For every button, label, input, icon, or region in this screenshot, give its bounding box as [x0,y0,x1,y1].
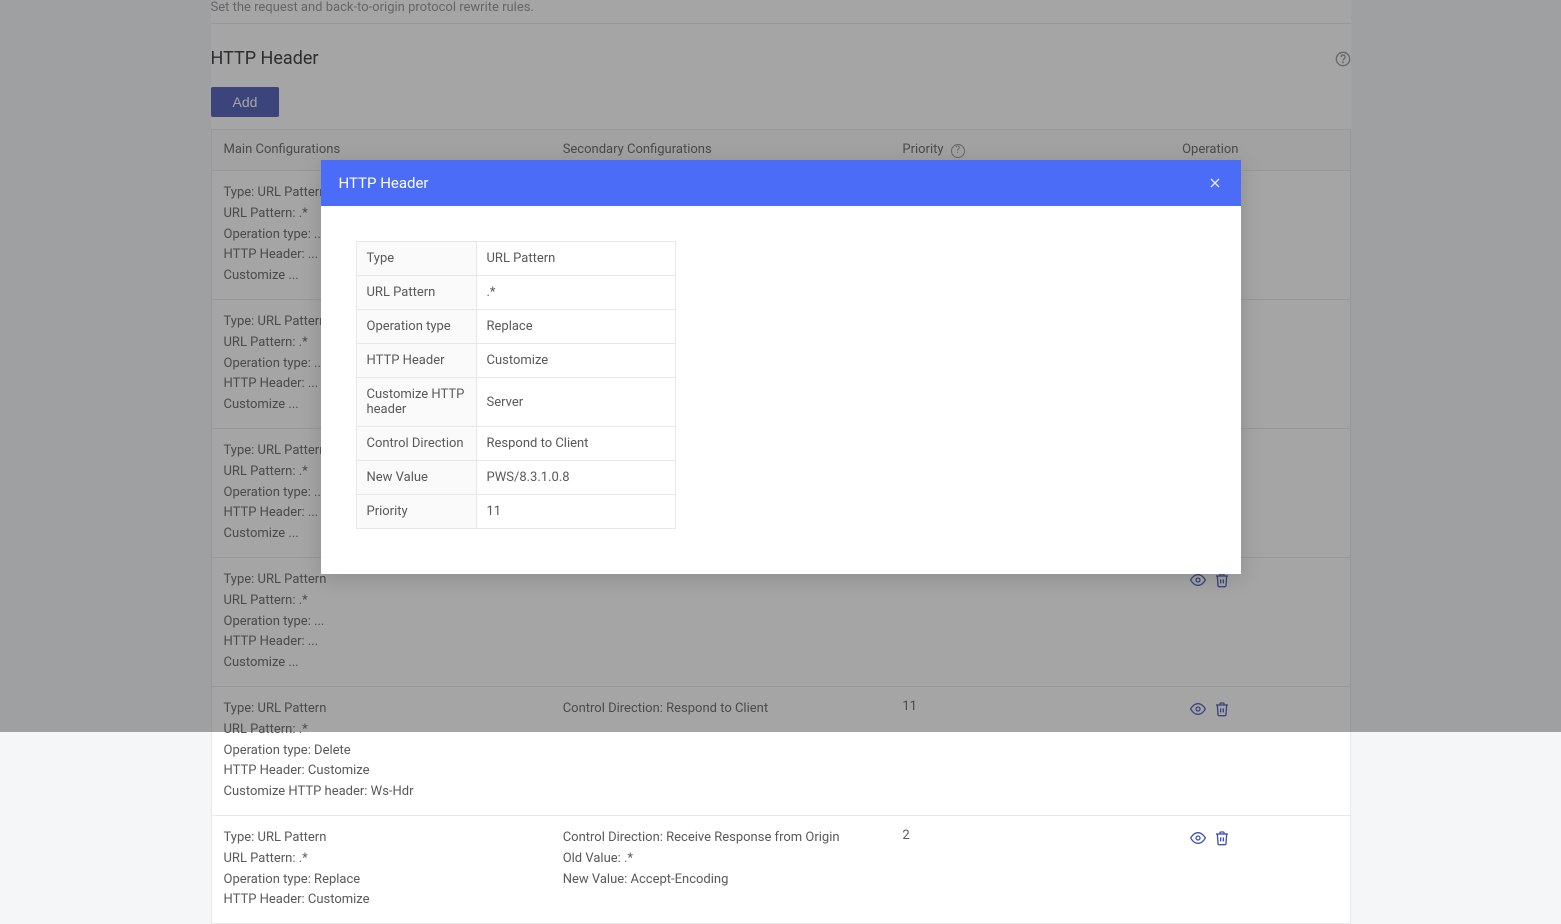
detail-row: URL Pattern.* [356,276,675,310]
detail-row: HTTP HeaderCustomize [356,344,675,378]
detail-label: New Value [356,461,476,495]
detail-value: URL Pattern [476,242,675,276]
detail-value: Server [476,378,675,427]
view-icon[interactable] [1190,828,1206,846]
modal-body: TypeURL PatternURL Pattern.*Operation ty… [321,206,1241,574]
detail-label: HTTP Header [356,344,476,378]
detail-value: Customize [476,344,675,378]
detail-value: Replace [476,310,675,344]
modal-title: HTTP Header [339,174,429,192]
detail-value: Respond to Client [476,427,675,461]
modal-overlay[interactable]: HTTP Header TypeURL PatternURL Pattern.*… [0,0,1561,732]
detail-label: Customize HTTP header [356,378,476,427]
main-config-cell: Type: URL PatternURL Pattern: .*Operatio… [211,815,551,923]
detail-label: URL Pattern [356,276,476,310]
detail-label: Control Direction [356,427,476,461]
detail-value: 11 [476,495,675,529]
table-row: Type: URL PatternURL Pattern: .*Operatio… [211,815,1350,923]
detail-row: New ValuePWS/8.3.1.0.8 [356,461,675,495]
detail-row: Operation typeReplace [356,310,675,344]
modal-header: HTTP Header [321,160,1241,206]
priority-cell: 2 [890,815,1170,923]
http-header-modal: HTTP Header TypeURL PatternURL Pattern.*… [321,160,1241,574]
modal-close-button[interactable] [1207,174,1223,192]
secondary-config-cell: Control Direction: Receive Response from… [551,815,891,923]
detail-row: Customize HTTP headerServer [356,378,675,427]
detail-value: .* [476,276,675,310]
detail-row: Control DirectionRespond to Client [356,427,675,461]
detail-table: TypeURL PatternURL Pattern.*Operation ty… [356,241,676,529]
detail-label: Operation type [356,310,476,344]
detail-row: Priority11 [356,495,675,529]
delete-icon[interactable] [1214,828,1230,846]
detail-label: Type [356,242,476,276]
operation-cell [1170,815,1350,923]
detail-label: Priority [356,495,476,529]
detail-value: PWS/8.3.1.0.8 [476,461,675,495]
detail-row: TypeURL Pattern [356,242,675,276]
